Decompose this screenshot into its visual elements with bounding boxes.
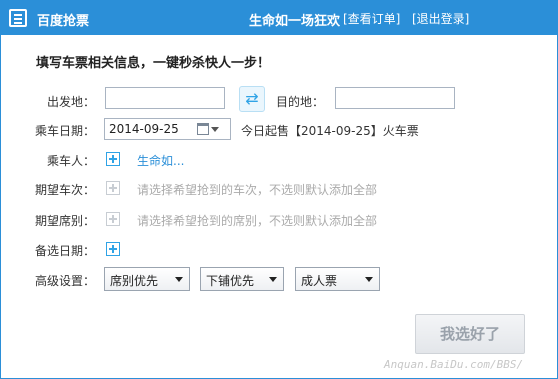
seat-label: 期望席别： [35,214,96,228]
chevron-down-icon[interactable] [211,127,219,132]
swap-arrows-icon[interactable]: ⇄ [239,86,265,112]
priority-select-value: 席别优先 [110,274,159,288]
add-seat-icon[interactable] [106,212,120,226]
passenger-label: 乘车人： [47,154,96,168]
add-passenger-icon[interactable] [106,152,120,166]
berth-select-value: 下铺优先 [206,274,255,288]
seat-hint: 请选择希望抢到的席别，不选则默认添加全部 [137,214,378,228]
to-label: 目的地： [276,95,325,109]
train-hint: 请选择希望抢到的车次，不选则默认添加全部 [137,183,378,197]
from-station-input[interactable] [105,87,225,109]
date-value: 2014-09-25 [109,122,179,136]
from-label: 出发地： [47,95,96,109]
sale-date-note: 今日起售【2014-09-25】火车票 [241,124,419,138]
to-station-input[interactable] [335,87,455,109]
submit-button[interactable]: 我选好了 [415,314,525,354]
title-bar[interactable]: 百度抢票 生命如一场狂欢 [查看订单] [退出登录] [1,1,557,35]
app-window: 百度抢票 生命如一场狂欢 [查看订单] [退出登录] 填写车票相关信息，一键秒杀… [0,0,558,379]
ticket-icon [9,9,27,27]
passenger-name[interactable]: 生命如... [137,152,184,169]
ticket-type-select-value: 成人票 [301,274,338,288]
add-train-icon[interactable] [106,181,120,195]
ticket-type-select[interactable]: 成人票 [295,267,380,291]
priority-select[interactable]: 席别优先 [104,267,190,291]
watermark: Anquan.BaiDu.com/BBS/ [384,358,524,371]
chevron-down-icon [269,277,277,282]
user-slogan: 生命如一场狂欢 [249,14,341,29]
train-label: 期望车次： [35,183,96,197]
advanced-label: 高级设置： [35,274,96,288]
date-label: 乘车日期： [35,124,96,138]
berth-select[interactable]: 下铺优先 [200,267,284,291]
view-orders-link[interactable]: [查看订单] [343,10,400,27]
add-backup-date-icon[interactable] [106,242,120,256]
chevron-down-icon [365,277,373,282]
chevron-down-icon [175,277,183,282]
date-picker[interactable]: 2014-09-25 [104,118,231,140]
form-heading: 填写车票相关信息，一键秒杀快人一步！ [36,56,271,71]
calendar-icon[interactable] [197,123,209,135]
backup-date-label: 备选日期： [35,244,96,258]
app-title: 百度抢票 [37,14,90,29]
logout-link[interactable]: [退出登录] [412,10,469,27]
